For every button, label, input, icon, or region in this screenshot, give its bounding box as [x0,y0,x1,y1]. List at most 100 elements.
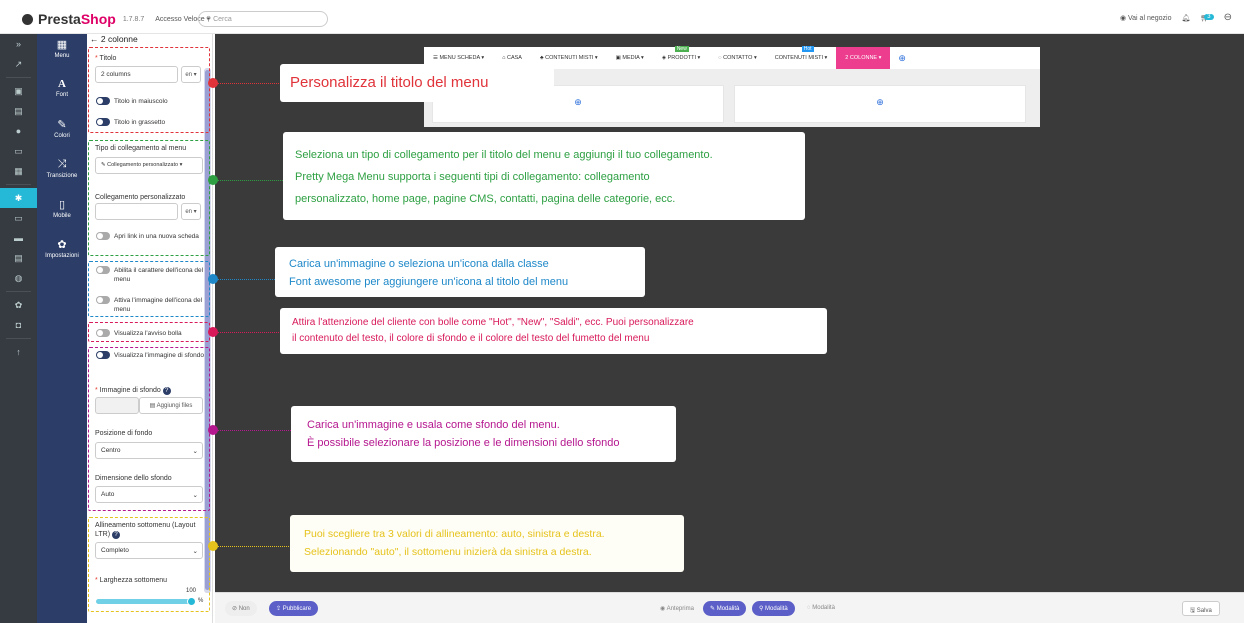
bg-image-label: Visualizza l'immagine di sfondo [114,352,205,359]
brand[interactable]: PrestaShop 1.7.8.7 Accesso Veloce ▾ [22,11,210,27]
bg-size-label: Dimensione dello sfondo [95,475,172,482]
add-menu-icon[interactable]: ⊕ [890,53,914,64]
submenu-column-2[interactable]: ⊕ [734,85,1026,123]
design-icon[interactable]: ▭ [0,208,37,228]
connector-6 [213,546,291,547]
reports-icon[interactable]: ▦ [0,161,37,181]
stats-icon[interactable]: ↗ [0,54,37,74]
bottom-toolbar: ⊘ Non ⇪ Pubblicare ◉ Anteprima ✎ Modalit… [215,592,1244,623]
customers-icon[interactable]: ● [0,121,37,141]
collapse-icon[interactable]: » [0,34,37,54]
link-type-label: Tipo di collegamento al menu [95,145,187,152]
payment-icon[interactable]: ▤ [0,248,37,268]
align-select[interactable]: Completo ⌄ [95,542,203,559]
icon-char-label: Abilita il carattere dell'icona del menu [114,267,204,283]
shuffle-icon: ⤨ [57,158,67,170]
marker-dot-2 [208,175,218,185]
international-icon[interactable]: ◍ [0,268,37,288]
uppercase-toggle[interactable] [96,97,110,105]
mode-button-2[interactable]: ⚲ Modalità [752,601,795,616]
brand-name: PrestaShop [38,11,116,27]
tool-settings[interactable]: ✿ Impostazioni [37,234,87,274]
upgrade-icon[interactable]: ↑ [0,342,37,362]
bold-label: Titolo in grassetto [114,119,166,126]
orders-icon[interactable]: ▣ [0,81,37,101]
width-label: * Larghezza sottomenu [95,577,167,584]
user-icon[interactable]: ⊖ [1224,12,1232,23]
grid-icon: ▦ [56,39,68,51]
settings-icon[interactable]: ✿ [0,295,37,315]
width-unit: % [198,598,204,604]
uppercase-label: Titolo in maiuscolo [114,98,168,105]
tool-menu[interactable]: ▦ Menu [37,34,87,74]
advanced-icon[interactable]: ◘ [0,315,37,335]
tool-colors[interactable]: ✎ Colori [37,114,87,154]
mode-button-3[interactable]: ◌ Modalità [800,601,842,616]
cart-icon[interactable]: 🛒︎3 [1200,13,1214,22]
width-slider[interactable] [96,599,192,604]
bg-file-input[interactable] [95,397,139,414]
bold-toggle[interactable] [96,118,110,126]
help-icon: ? [162,387,171,395]
builder-tools: ▦ Menu A Font ✎ Colori ⤨ Transizione ▯ Mobile… [37,34,87,623]
callout-bubble: Attira l'attenzione del cliente con boll… [280,308,827,354]
connector-5 [213,430,291,431]
catalog-icon[interactable]: ▤ [0,101,37,121]
title-lang-select[interactable]: en ▾ [181,66,201,83]
new-tab-toggle[interactable] [96,232,110,240]
custom-link-label: Collegamento personalizzato [95,194,186,201]
bubble-toggle[interactable] [96,329,110,337]
callout-title: Personalizza il titolo del menu [280,64,554,102]
marker-dot-6 [208,541,218,551]
publish-button[interactable]: ⇪ Pubblicare [269,601,319,616]
font-icon: A [58,78,66,90]
marker-dot-3 [208,274,218,284]
custom-link-lang-select[interactable]: en ▾ [181,203,201,220]
menu-item-mixed-2[interactable]: Hot CONTENUTI MISTI ▾ [766,46,837,69]
link-type-select[interactable]: ✎ Collegamento personalizzato ▾ [95,157,203,174]
bell-icon[interactable]: 🔔︎ [1181,14,1190,22]
callout-alignment: Puoi scegliere tra 3 valori di allineame… [290,515,684,572]
connector-2 [213,180,283,181]
help-icon: ? [112,531,120,539]
tool-mobile[interactable]: ▯ Mobile [37,194,87,234]
unpublish-button[interactable]: ⊘ Non [225,601,257,616]
admin-sidebar: » ↗ ▣ ▤ ● ▭ ▦ ✱ ▭ ▬ ▤ ◍ ✿ ◘ ↑ [0,34,37,623]
connector-4 [213,332,283,333]
back-title[interactable]: ← 2 colonne [90,34,138,44]
width-value: 100 [186,588,197,594]
tool-font[interactable]: A Font [37,74,87,114]
menu-item-two-columns[interactable]: 2 COLONNE ▾ [836,47,891,69]
menu-item-contact[interactable]: ◌ CONTATTO ▾ [709,47,765,69]
save-button[interactable]: 🖫 Salva [1182,601,1220,616]
search-input[interactable]: ⚲ Cerca [198,11,328,27]
mode-button-1[interactable]: ✎ Modalità [703,601,747,616]
preview-button[interactable]: ◉ Anteprima [653,601,701,616]
menu-item-media[interactable]: ▣ MEDIA ▾ [607,47,653,69]
view-shop-link[interactable]: ◉ Vai al negozio [1120,14,1172,22]
add-block-icon: ⊕ [876,97,884,107]
bg-size-select[interactable]: Auto ⌄ [95,486,203,503]
menu-item-products[interactable]: New ◈ PRODOTTI ▾ [653,46,709,69]
width-slider-handle[interactable] [187,597,196,606]
icon-image-toggle[interactable] [96,296,110,304]
shipping-icon[interactable]: ▬ [0,228,37,248]
version-label: 1.7.8.7 [122,15,145,23]
bubble-label: Visualizza l'avviso bolla [114,330,182,337]
custom-link-input[interactable] [95,203,178,220]
messages-icon[interactable]: ▭ [0,141,37,161]
modules-icon[interactable]: ✱ [0,188,37,208]
align-label: Allineamento sottomenu (Layout LTR) ? [95,522,196,539]
icon-image-label: Attiva l'immagine dell'icona del menu [114,297,203,313]
icon-char-toggle[interactable] [96,266,110,274]
title-input[interactable]: 2 columns [95,66,178,83]
cart-badge: 3 [1204,13,1214,20]
add-files-button[interactable]: ▤ Aggiungi files [139,397,203,414]
bg-image-toggle[interactable] [96,351,110,359]
bg-position-select[interactable]: Centro ⌄ [95,442,203,459]
callout-icon: Carica un'immagine o seleziona un'icona … [275,247,645,297]
tool-transition[interactable]: ⤨ Transizione [37,154,87,194]
new-tag: New [674,46,689,52]
callout-link: Seleziona un tipo di collegamento per il… [283,132,805,220]
marker-dot-5 [208,425,218,435]
